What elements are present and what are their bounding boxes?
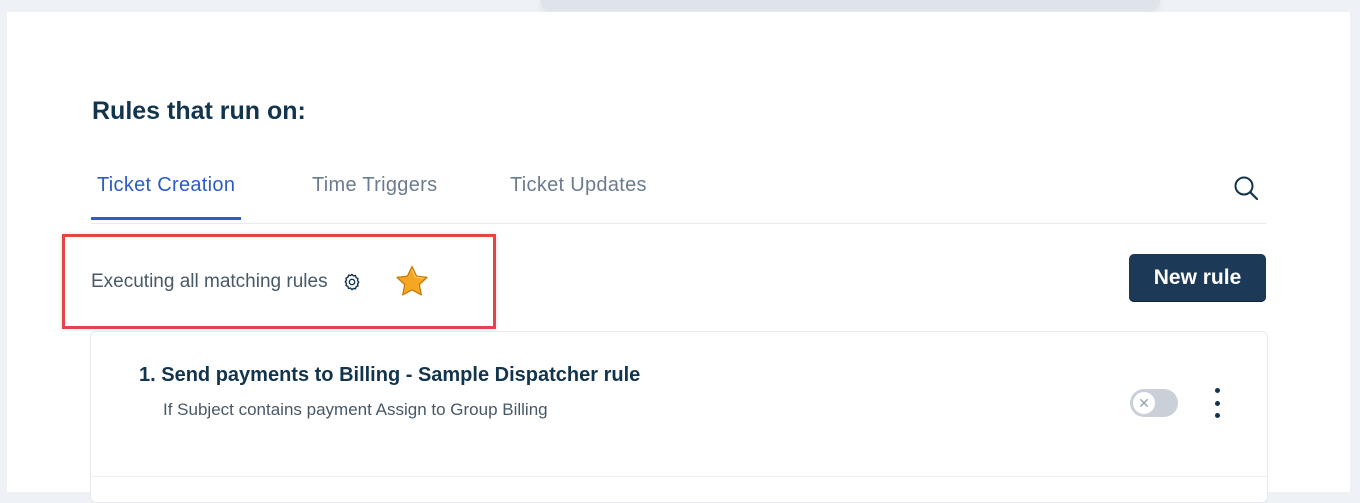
top-overlay-shadow xyxy=(540,0,1160,10)
rule-description: If Subject contains payment Assign to Gr… xyxy=(163,400,548,419)
highlight-annotation xyxy=(62,234,496,329)
rule-enable-toggle[interactable]: ✕ xyxy=(1130,389,1178,417)
tab-ticket-updates[interactable]: Ticket Updates xyxy=(504,174,653,217)
rule-name: Send payments to Billing - Sample Dispat… xyxy=(161,364,641,386)
tab-time-triggers[interactable]: Time Triggers xyxy=(306,174,443,217)
x-icon: ✕ xyxy=(1133,392,1155,414)
tab-ticket-creation[interactable]: Ticket Creation xyxy=(91,174,242,220)
rule-type-tabs: Ticket Creation Time Triggers Ticket Upd… xyxy=(91,162,1266,224)
page-title: Rules that run on: xyxy=(92,97,306,125)
rules-panel: Rules that run on: Ticket Creation Time … xyxy=(7,12,1350,503)
rule-title[interactable]: 1. Send payments to Billing - Sample Dis… xyxy=(139,364,640,387)
rule-index: 1. xyxy=(139,364,156,386)
rule-card: 1. Send payments to Billing - Sample Dis… xyxy=(90,331,1268,503)
new-rule-button[interactable]: New rule xyxy=(1129,254,1266,302)
kebab-menu-icon[interactable] xyxy=(1209,388,1225,418)
search-icon[interactable] xyxy=(1232,174,1260,202)
card-divider xyxy=(91,476,1267,477)
